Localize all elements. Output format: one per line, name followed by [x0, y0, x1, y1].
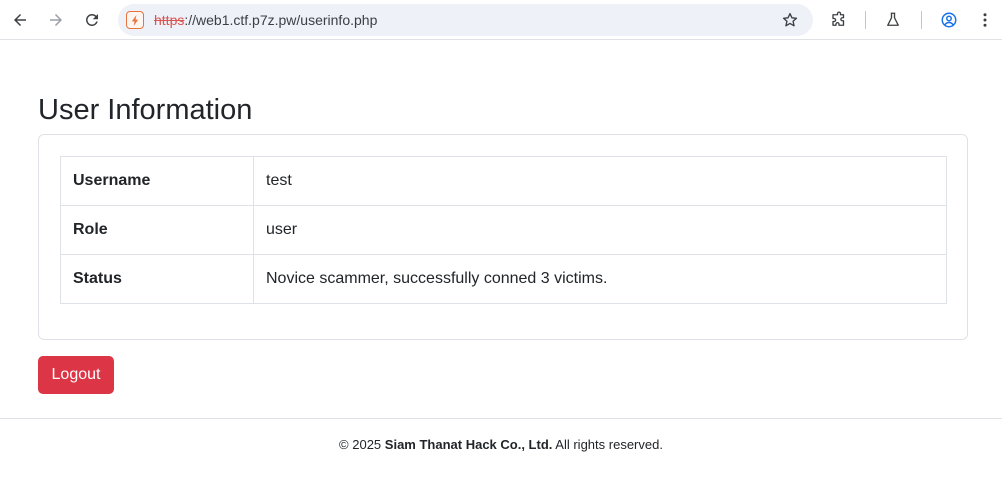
more-vert-icon — [983, 13, 987, 27]
browser-toolbar: https://web1.ctf.p7z.pw/userinfo.php — [0, 0, 1002, 40]
table-row: Status Novice scammer, successfully conn… — [60, 254, 947, 304]
toolbar-separator — [865, 11, 866, 29]
role-value: user — [253, 205, 947, 255]
profile-button[interactable] — [935, 6, 963, 34]
arrow-left-icon — [14, 14, 26, 26]
menu-button[interactable] — [971, 6, 999, 34]
bookmark-star-icon[interactable] — [781, 11, 799, 29]
logout-button[interactable]: Logout — [38, 356, 114, 394]
username-value: test — [253, 156, 947, 206]
user-info-table: Username test Role user Status Novice sc… — [60, 156, 947, 304]
footer: © 2025 Siam Thanat Hack Co., Ltd. All ri… — [0, 437, 1002, 452]
footer-divider — [0, 418, 1002, 419]
url-scheme: https — [154, 12, 185, 28]
reload-icon — [85, 13, 98, 26]
lightning-icon — [131, 14, 138, 26]
footer-copyright: © 2025 — [339, 437, 382, 452]
table-row: Username test — [60, 156, 947, 206]
back-button[interactable] — [6, 6, 34, 34]
username-label: Username — [60, 156, 254, 206]
status-label: Status — [60, 254, 254, 304]
url-path: ://web1.ctf.p7z.pw/userinfo.php — [184, 12, 378, 28]
table-row: Role user — [60, 205, 947, 255]
profile-icon — [941, 12, 957, 28]
reload-button[interactable] — [78, 6, 106, 34]
user-info-card: Username test Role user Status Novice sc… — [38, 134, 968, 340]
puzzle-icon — [832, 11, 845, 26]
flask-icon — [887, 12, 899, 26]
status-value: Novice scammer, successfully conned 3 vi… — [253, 254, 947, 304]
footer-company: Siam Thanat Hack Co., Ltd. — [384, 437, 553, 452]
toolbar-separator — [921, 11, 922, 29]
role-label: Role — [60, 205, 254, 255]
arrow-right-icon — [50, 14, 62, 26]
footer-rights: All rights reserved. — [555, 437, 663, 452]
forward-button[interactable] — [42, 6, 70, 34]
extensions-button[interactable] — [825, 6, 853, 34]
site-info-icon[interactable] — [126, 11, 144, 29]
labs-button[interactable] — [879, 6, 907, 34]
url-text[interactable]: https://web1.ctf.p7z.pw/userinfo.php — [154, 12, 377, 28]
page-title: User Information — [38, 94, 253, 126]
address-bar[interactable]: https://web1.ctf.p7z.pw/userinfo.php — [118, 4, 813, 36]
